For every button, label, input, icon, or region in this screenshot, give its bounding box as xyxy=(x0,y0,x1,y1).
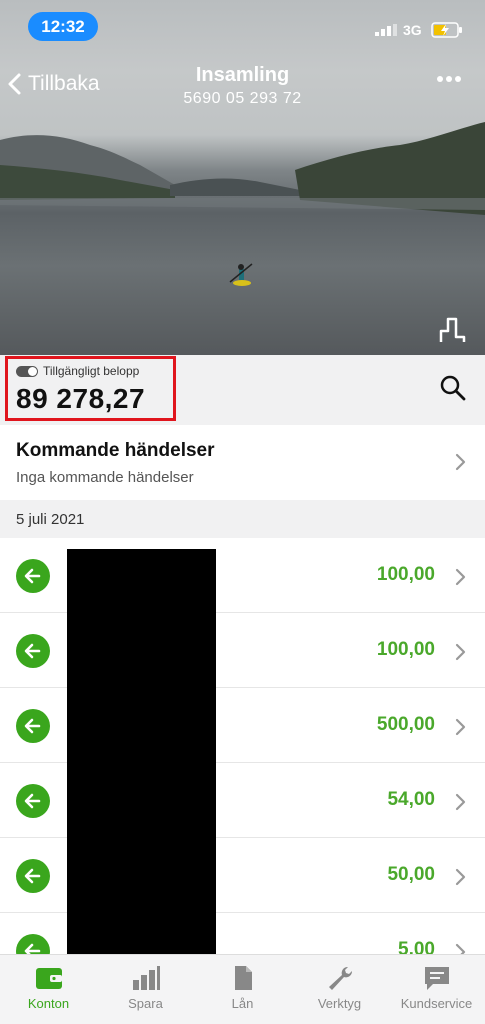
status-bar: 12:32 3G xyxy=(0,0,485,50)
navigation-bar: Tillbaka Insamling 5690 05 293 72 xyxy=(0,60,485,120)
redaction-block xyxy=(67,549,216,954)
signal-icon xyxy=(375,24,397,36)
chevron-right-icon xyxy=(455,718,466,736)
balance-highlight: Tillgängligt belopp 89 278,27 xyxy=(5,356,176,421)
upcoming-events-title: Kommande händelser xyxy=(16,440,215,461)
chevron-right-icon xyxy=(455,643,466,661)
wallet-icon xyxy=(35,968,62,989)
transaction-amount: 100,00 xyxy=(376,639,435,660)
balance-label-row: Tillgängligt belopp xyxy=(16,364,139,378)
transaction-amount: 5,00 xyxy=(398,939,435,954)
network-type: 3G xyxy=(403,22,422,38)
document-icon xyxy=(234,966,252,990)
tab-label: Spara xyxy=(128,996,163,1011)
lake-landscape-image xyxy=(0,122,485,286)
balance-graph-icon[interactable] xyxy=(438,315,468,345)
status-time: 12:32 xyxy=(28,12,98,41)
chevron-right-icon xyxy=(455,868,466,886)
header-photo: 12:32 3G Tillbaka Insamling 5690 05 293 … xyxy=(0,0,485,355)
balance-bar: Tillgängligt belopp 89 278,27 xyxy=(0,355,485,425)
savings-chart-icon xyxy=(132,966,160,990)
date-header: 5 juli 2021 xyxy=(0,500,485,538)
tab-kundservice[interactable]: Kundservice xyxy=(388,955,485,1024)
chevron-left-icon xyxy=(8,73,21,95)
wrench-icon xyxy=(328,966,352,990)
upcoming-events-subtitle: Inga kommande händelser xyxy=(16,469,194,486)
search-icon[interactable] xyxy=(440,375,466,401)
phone-screen: 12:32 3G Tillbaka Insamling 5690 05 293 … xyxy=(0,0,485,1024)
balance-amount: 89 278,27 xyxy=(16,383,146,414)
title-block: Insamling 5690 05 293 72 xyxy=(140,64,345,108)
tab-label: Lån xyxy=(231,996,254,1011)
incoming-arrow-icon xyxy=(16,634,50,668)
tab-label: Verktyg xyxy=(317,996,362,1011)
tab-lan[interactable]: Lån xyxy=(194,955,291,1024)
incoming-arrow-icon xyxy=(16,709,50,743)
incoming-arrow-icon xyxy=(16,934,50,954)
balance-toggle[interactable] xyxy=(16,365,38,377)
account-number: 5690 05 293 72 xyxy=(183,90,302,107)
chevron-right-icon xyxy=(455,943,466,954)
tab-verktyg[interactable]: Verktyg xyxy=(291,955,388,1024)
upcoming-events-row[interactable]: Kommande händelser Inga kommande händels… xyxy=(0,425,485,500)
tab-label: Kundservice xyxy=(400,996,473,1011)
incoming-arrow-icon xyxy=(16,859,50,893)
transaction-amount: 54,00 xyxy=(387,789,435,810)
page-title: Insamling xyxy=(195,64,290,86)
more-options-icon[interactable] xyxy=(436,74,462,84)
incoming-arrow-icon xyxy=(16,784,50,818)
transaction-amount: 100,00 xyxy=(376,564,435,585)
chevron-right-icon xyxy=(455,568,466,586)
back-button[interactable]: Tillbaka xyxy=(6,72,100,96)
chat-icon xyxy=(424,967,449,990)
transaction-amount: 500,00 xyxy=(376,714,435,735)
balance-label: Tillgängligt belopp xyxy=(43,364,140,378)
date-header-text: 5 juli 2021 xyxy=(16,511,85,528)
chevron-right-icon xyxy=(455,453,466,471)
tab-konton[interactable]: Konton xyxy=(0,955,97,1024)
chevron-right-icon xyxy=(455,793,466,811)
battery-charging-icon xyxy=(431,22,462,38)
tab-bar: Konton Spara Lån Verktyg Kundservice xyxy=(0,954,485,1024)
incoming-arrow-icon xyxy=(16,559,50,593)
transaction-amount: 50,00 xyxy=(387,864,435,885)
back-label: Tillbaka xyxy=(28,72,100,95)
tab-spara[interactable]: Spara xyxy=(97,955,194,1024)
tab-label: Konton xyxy=(27,996,70,1011)
